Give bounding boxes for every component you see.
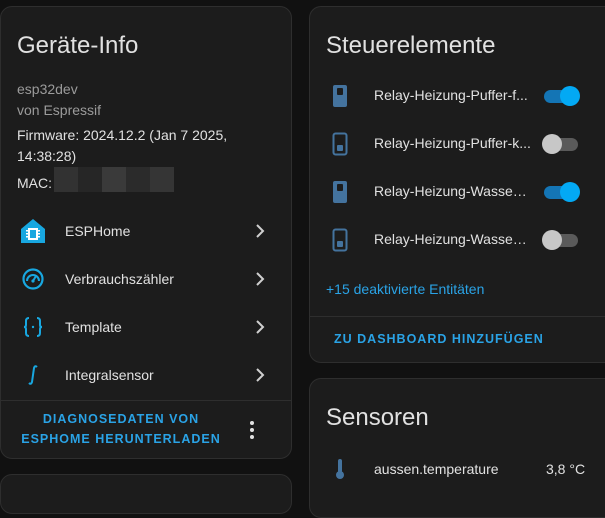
toggle-switch[interactable] bbox=[542, 182, 580, 202]
sensors-title: Sensoren bbox=[326, 404, 429, 431]
esphome-icon bbox=[19, 217, 47, 245]
chevron-right-icon bbox=[256, 224, 265, 238]
control-label[interactable]: Relay-Heizung-Wasser-... bbox=[374, 183, 531, 199]
gauge-icon bbox=[19, 265, 47, 293]
control-row[interactable]: Relay-Heizung-Wasser-... bbox=[310, 216, 605, 264]
mac-address-redacted bbox=[54, 167, 174, 192]
add-to-dashboard-button[interactable]: ZU DASHBOARD HINZUFÜGEN bbox=[334, 332, 544, 346]
control-row[interactable]: Relay-Heizung-Puffer-k... bbox=[310, 120, 605, 168]
chevron-right-icon bbox=[256, 272, 265, 286]
firmware-line-2: 14:38:28) bbox=[17, 148, 77, 164]
sensor-label: aussen.temperature bbox=[374, 461, 499, 477]
device-info-card: Geräte-Info esp32dev von Espressif Firmw… bbox=[0, 6, 292, 459]
switch-device-icon bbox=[333, 85, 347, 107]
next-card-partial bbox=[0, 474, 292, 514]
device-model: esp32dev bbox=[17, 81, 78, 97]
download-button-line-2: ESPHOME HERUNTERLADEN bbox=[21, 432, 221, 446]
thermometer-icon bbox=[336, 459, 344, 479]
sensor-value: 3,8 °C bbox=[546, 461, 586, 477]
control-label[interactable]: Relay-Heizung-Puffer-k... bbox=[374, 135, 531, 151]
integration-item-esphome[interactable]: ESPHome bbox=[1, 207, 291, 255]
integration-label: Verbrauchszähler bbox=[65, 271, 174, 287]
mac-label: MAC: bbox=[17, 175, 52, 191]
toggle-switch[interactable] bbox=[542, 230, 580, 250]
control-label[interactable]: Relay-Heizung-Puffer-f... bbox=[374, 87, 531, 103]
chevron-right-icon bbox=[256, 320, 265, 334]
switch-device-icon bbox=[333, 181, 347, 203]
sensors-card: Sensoren aussen.temperature 3,8 °C bbox=[309, 378, 605, 518]
device-manufacturer: von Espressif bbox=[17, 102, 102, 118]
integration-item-integralsensor[interactable]: Integralsensor bbox=[1, 351, 291, 399]
disabled-entities-link[interactable]: +15 deaktivierte Entitäten bbox=[326, 281, 484, 297]
controls-card: Steuerelemente Relay-Heizung-Puffer-f...… bbox=[309, 6, 605, 363]
toggle-switch[interactable] bbox=[542, 134, 580, 154]
switch-device-icon bbox=[332, 132, 348, 156]
toggle-switch[interactable] bbox=[542, 86, 580, 106]
integration-item-template[interactable]: Template bbox=[1, 303, 291, 351]
control-row[interactable]: Relay-Heizung-Wasser-... bbox=[310, 168, 605, 216]
curly-braces-icon bbox=[19, 313, 47, 341]
switch-device-icon bbox=[332, 228, 348, 252]
integral-icon bbox=[19, 361, 47, 389]
integration-label: ESPHome bbox=[65, 223, 131, 239]
firmware-line-1: Firmware: 2024.12.2 (Jan 7 2025, bbox=[17, 127, 228, 143]
control-row[interactable]: Relay-Heizung-Puffer-f... bbox=[310, 72, 605, 120]
integration-item-verbrauchszaehler[interactable]: Verbrauchszähler bbox=[1, 255, 291, 303]
control-label[interactable]: Relay-Heizung-Wasser-... bbox=[374, 231, 531, 247]
card-divider bbox=[1, 400, 291, 401]
download-button-line-1: DIAGNOSEDATEN VON bbox=[42, 412, 200, 426]
integration-label: Integralsensor bbox=[65, 367, 154, 383]
device-info-title: Geräte-Info bbox=[17, 32, 139, 59]
download-diagnostics-button[interactable]: DIAGNOSEDATEN VON ESPHOME HERUNTERLADEN bbox=[21, 409, 221, 449]
controls-title: Steuerelemente bbox=[326, 32, 496, 59]
chevron-right-icon bbox=[256, 368, 265, 382]
card-divider bbox=[310, 316, 605, 317]
sensor-row[interactable]: aussen.temperature 3,8 °C bbox=[310, 455, 605, 485]
integration-label: Template bbox=[65, 319, 122, 335]
more-options-icon[interactable] bbox=[245, 421, 259, 441]
